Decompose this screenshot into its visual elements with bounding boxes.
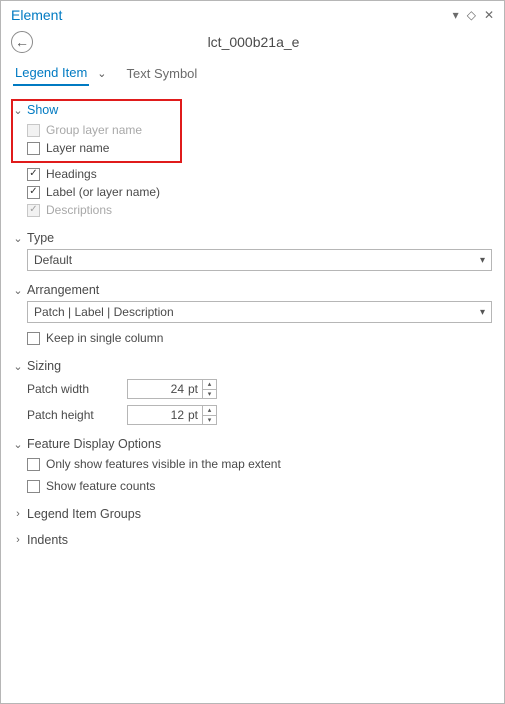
type-select-value: Default (34, 253, 72, 267)
label-patch-height: Patch height (27, 408, 117, 422)
chevron-down-icon: ▾ (480, 307, 485, 318)
patch-width-stepper[interactable]: pt ▴ ▾ (127, 379, 217, 399)
spin-up-icon[interactable]: ▴ (203, 380, 216, 390)
label-headings: Headings (46, 167, 97, 181)
spin-down-icon[interactable]: ▾ (203, 390, 216, 399)
spin-down-icon[interactable]: ▾ (203, 416, 216, 425)
patch-height-input[interactable] (128, 406, 188, 424)
panel-header: Element ▾ ◇ ✕ (9, 5, 496, 27)
arrangement-select[interactable]: Patch | Label | Description ▾ (27, 301, 492, 323)
tab-legend-item[interactable]: Legend Item (13, 61, 89, 86)
label-label-or-layer-name: Label (or layer name) (46, 185, 160, 199)
chevron-down-icon: ⌄ (13, 232, 23, 245)
checkbox-descriptions: ✓ (27, 204, 40, 217)
section-type-header[interactable]: ⌄ Type (13, 231, 492, 245)
patch-width-input[interactable] (128, 380, 188, 398)
back-button[interactable]: ← (11, 31, 33, 53)
chevron-down-icon: ▾ (480, 255, 485, 266)
unit-label: pt (188, 380, 202, 398)
section-arrangement-header[interactable]: ⌄ Arrangement (13, 283, 492, 297)
section-sizing-title: Sizing (27, 359, 61, 373)
section-legend-item-groups-title: Legend Item Groups (27, 507, 141, 521)
chevron-down-icon: ⌄ (13, 104, 23, 117)
section-sizing-header[interactable]: ⌄ Sizing (13, 359, 492, 373)
dropdown-icon[interactable]: ▾ (453, 9, 459, 21)
label-keep-single-column: Keep in single column (46, 331, 163, 345)
checkbox-headings[interactable]: ✓ (27, 168, 40, 181)
section-feature-display-header[interactable]: ⌄ Feature Display Options (13, 437, 492, 451)
close-icon[interactable]: ✕ (484, 9, 494, 21)
arrangement-select-value: Patch | Label | Description (34, 305, 174, 319)
tab-bar: Legend Item ⌄ Text Symbol (9, 59, 496, 87)
section-legend-item-groups-header[interactable]: › Legend Item Groups (13, 507, 492, 521)
patch-height-stepper[interactable]: pt ▴ ▾ (127, 405, 217, 425)
checkbox-layer-name[interactable] (27, 142, 40, 155)
chevron-right-icon: › (13, 534, 23, 546)
section-show-header[interactable]: ⌄ Show (13, 103, 176, 117)
label-descriptions: Descriptions (46, 203, 112, 217)
tab-dropdown-icon[interactable]: ⌄ (97, 67, 106, 80)
document-title: lct_000b21a_e (33, 34, 474, 50)
label-layer-name: Layer name (46, 141, 109, 155)
label-group-layer-name: Group layer name (46, 123, 142, 137)
section-indents-title: Indents (27, 533, 68, 547)
checkbox-only-visible[interactable] (27, 458, 40, 471)
chevron-right-icon: › (13, 508, 23, 520)
checkbox-show-counts[interactable] (27, 480, 40, 493)
chevron-down-icon: ⌄ (13, 360, 23, 373)
checkbox-keep-single-column[interactable] (27, 332, 40, 345)
spin-up-icon[interactable]: ▴ (203, 406, 216, 416)
checkbox-group-layer-name (27, 124, 40, 137)
pin-icon[interactable]: ◇ (467, 9, 476, 21)
highlight-show-section: ⌄ Show Group layer name Layer name (11, 99, 182, 163)
section-type-title: Type (27, 231, 54, 245)
section-indents-header[interactable]: › Indents (13, 533, 492, 547)
tab-text-symbol[interactable]: Text Symbol (125, 62, 200, 85)
label-show-counts: Show feature counts (46, 479, 155, 493)
label-only-visible: Only show features visible in the map ex… (46, 457, 281, 471)
section-show-title: Show (27, 103, 58, 117)
section-arrangement-title: Arrangement (27, 283, 99, 297)
panel-title: Element (11, 7, 62, 23)
type-select[interactable]: Default ▾ (27, 249, 492, 271)
label-patch-width: Patch width (27, 382, 117, 396)
section-feature-display-title: Feature Display Options (27, 437, 161, 451)
chevron-down-icon: ⌄ (13, 284, 23, 297)
checkbox-label-or-layer-name[interactable]: ✓ (27, 186, 40, 199)
chevron-down-icon: ⌄ (13, 438, 23, 451)
unit-label: pt (188, 406, 202, 424)
